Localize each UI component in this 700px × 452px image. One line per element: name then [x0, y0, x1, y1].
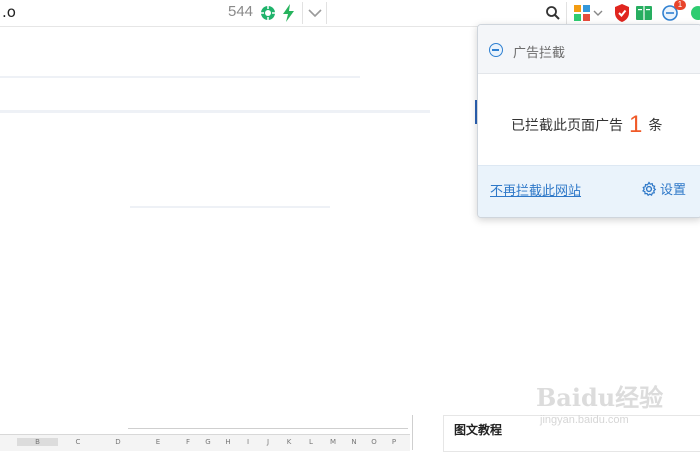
column-label: C	[75, 438, 81, 446]
popup-header: 广告拦截	[478, 25, 700, 74]
toolbar-divider	[566, 2, 567, 24]
disable-site-link[interactable]: 不再拦截此网站	[490, 180, 581, 199]
message-prefix: 已拦截此页面广告	[511, 118, 623, 134]
adblock-icon	[489, 43, 503, 57]
book-icon[interactable]	[634, 3, 654, 23]
lightning-icon[interactable]	[279, 3, 299, 23]
spreadsheet-header: B C D E F G H I J K L M N O P	[0, 434, 410, 451]
panel-title: 图文教程	[454, 423, 503, 437]
blocked-message: 已拦截此页面广告 1 条	[511, 109, 663, 138]
column-label: H	[225, 438, 231, 446]
extension-icon[interactable]	[688, 3, 700, 23]
popup-footer: 不再拦截此网站 设置	[478, 165, 700, 217]
browser-toolbar: .o 544 1	[0, 0, 700, 27]
adblock-extension-button[interactable]: 1	[660, 0, 686, 24]
shield-block-icon[interactable]	[612, 3, 632, 23]
column-label: I	[246, 438, 250, 446]
column-label: F	[185, 438, 191, 446]
column-label: E	[155, 438, 161, 446]
chevron-down-icon[interactable]	[592, 3, 604, 23]
gear-icon	[642, 181, 657, 197]
watermark-logo: Baidu经验	[536, 383, 664, 412]
column-label: L	[309, 438, 313, 446]
background-line	[0, 76, 360, 78]
notification-badge: 1	[674, 0, 686, 10]
toolbar-divider	[326, 2, 327, 24]
column-label: N	[351, 438, 357, 446]
popup-title: 广告拦截	[513, 46, 566, 61]
column-label: M	[329, 438, 337, 446]
background-line	[130, 206, 330, 208]
column-label: O	[371, 438, 377, 446]
sheet-edge	[128, 428, 408, 429]
background-line	[0, 110, 430, 113]
toolbar-divider	[302, 2, 303, 24]
baidu-watermark: Baidu经验 jingyan.baidu.com	[536, 378, 696, 428]
search-icon[interactable]	[543, 3, 563, 23]
blocked-count: 1	[629, 111, 643, 138]
watermark-url: jingyan.baidu.com	[540, 414, 629, 426]
column-label: J	[266, 438, 270, 446]
settings-label: 设置	[660, 183, 687, 198]
counter-text: 544	[228, 3, 254, 20]
settings-button[interactable]: 设置	[641, 179, 686, 198]
speed-dial-icon[interactable]	[258, 3, 278, 23]
column-label: G	[205, 438, 211, 446]
column-label: P	[391, 438, 397, 446]
popup-body: 已拦截此页面广告 1 条	[478, 73, 700, 165]
column-label: B	[17, 438, 58, 446]
apps-grid-icon[interactable]	[572, 3, 592, 23]
column-label: D	[115, 438, 121, 446]
message-suffix: 条	[648, 118, 663, 134]
chevron-down-icon[interactable]	[305, 3, 325, 23]
sheet-edge	[412, 415, 413, 450]
column-label: K	[286, 438, 292, 446]
adblock-popup: 广告拦截 已拦截此页面广告 1 条 不再拦截此网站 设置	[477, 24, 700, 218]
address-text[interactable]: .o	[2, 3, 16, 21]
